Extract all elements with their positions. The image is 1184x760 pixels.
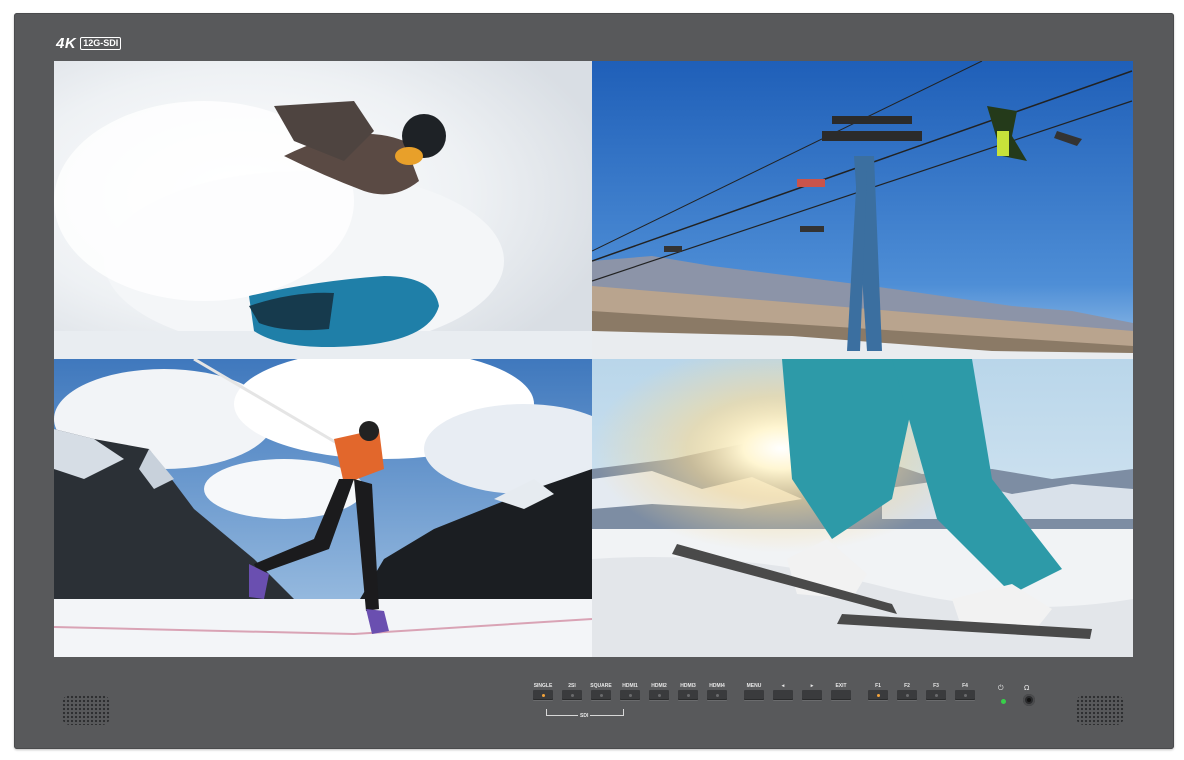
f1-button-label: F1 bbox=[875, 683, 881, 689]
f3-button-key[interactable] bbox=[926, 690, 946, 700]
f2-button[interactable]: F2 bbox=[896, 682, 918, 700]
f1-button-key[interactable] bbox=[868, 690, 888, 700]
f4-led bbox=[963, 693, 967, 697]
ski-lift-image bbox=[592, 61, 1133, 359]
single-button-label: SINGLE bbox=[533, 683, 553, 689]
menu-button-label: MENU bbox=[746, 683, 762, 689]
hdmi4-button-key[interactable] bbox=[707, 690, 727, 700]
hdmi2-button-key[interactable] bbox=[649, 690, 669, 700]
sdi-group-label: SDI bbox=[578, 713, 591, 719]
square-button-label: SQUARE bbox=[590, 683, 612, 689]
left-arrow-button[interactable]: ◂ bbox=[772, 682, 794, 700]
hdmi3-led bbox=[686, 693, 690, 697]
right-arrow-button-key[interactable] bbox=[802, 690, 822, 700]
hdmi2-button[interactable]: HDMI2 bbox=[648, 682, 670, 700]
hdmi3-button[interactable]: HDMI3 bbox=[677, 682, 699, 700]
ski-boots-image bbox=[592, 359, 1133, 657]
2si-button-key[interactable] bbox=[562, 690, 582, 700]
hdmi4-led bbox=[715, 693, 719, 697]
hdmi2-led bbox=[657, 693, 661, 697]
brand-resolution: 4K bbox=[56, 34, 77, 52]
f2-button-key[interactable] bbox=[897, 690, 917, 700]
left-speaker-grille bbox=[62, 695, 110, 725]
2si-button[interactable]: 2SI bbox=[561, 682, 583, 700]
hdmi3-button-label: HDMI3 bbox=[680, 683, 696, 689]
right-speaker-grille bbox=[1076, 695, 1124, 725]
left-arrow-icon: ◂ bbox=[781, 683, 785, 689]
left-arrow-button-key[interactable] bbox=[773, 690, 793, 700]
snowboarder-image bbox=[54, 61, 592, 359]
control-panel: SINGLE 2SI SQUARE HDMI1 HDMI2 HDMI3 HDMI… bbox=[532, 682, 983, 700]
headphone-icon: Ω bbox=[1024, 684, 1030, 692]
hdmi4-button-label: HDMI4 bbox=[709, 683, 725, 689]
f1-led bbox=[876, 693, 880, 697]
single-button[interactable]: SINGLE bbox=[532, 682, 554, 700]
power-led-indicator bbox=[1001, 699, 1006, 704]
2si-button-label: 2SI bbox=[568, 683, 576, 689]
right-arrow-button[interactable]: ▸ bbox=[801, 682, 823, 700]
f3-led bbox=[934, 693, 938, 697]
square-button[interactable]: SQUARE bbox=[590, 682, 612, 700]
f1-button[interactable]: F1 bbox=[867, 682, 889, 700]
hdmi3-button-key[interactable] bbox=[678, 690, 698, 700]
exit-button-key[interactable] bbox=[831, 690, 851, 700]
f3-button-label: F3 bbox=[933, 683, 939, 689]
brand-logo: 4K 12G-SDI bbox=[56, 34, 122, 52]
quadrant-top-left[interactable] bbox=[54, 61, 592, 359]
display-screen bbox=[54, 61, 1133, 657]
menu-button-key[interactable] bbox=[744, 690, 764, 700]
f3-button[interactable]: F3 bbox=[925, 682, 947, 700]
quadrant-bottom-right[interactable] bbox=[592, 359, 1133, 657]
hdmi1-led bbox=[628, 693, 632, 697]
headphone-jack[interactable] bbox=[1023, 694, 1035, 706]
hdmi4-button[interactable]: HDMI4 bbox=[706, 682, 728, 700]
hdmi2-button-label: HDMI2 bbox=[651, 683, 667, 689]
quadrant-bottom-left[interactable] bbox=[54, 359, 592, 657]
right-arrow-icon: ▸ bbox=[810, 683, 814, 689]
exit-button-label: EXIT bbox=[835, 683, 847, 689]
square-button-key[interactable] bbox=[591, 690, 611, 700]
f2-led bbox=[905, 693, 909, 697]
menu-button[interactable]: MENU bbox=[743, 682, 765, 700]
power-icon: ⏻ bbox=[998, 684, 1004, 692]
f4-button-label: F4 bbox=[962, 683, 968, 689]
brand-interface: 12G-SDI bbox=[80, 36, 122, 50]
single-button-key[interactable] bbox=[533, 690, 553, 700]
2si-led bbox=[570, 693, 574, 697]
skier-mountains-image bbox=[54, 359, 592, 657]
hdmi1-button-label: HDMI1 bbox=[622, 683, 638, 689]
f4-button-key[interactable] bbox=[955, 690, 975, 700]
exit-button[interactable]: EXIT bbox=[830, 682, 852, 700]
hdmi1-button[interactable]: HDMI1 bbox=[619, 682, 641, 700]
single-led bbox=[541, 693, 545, 697]
monitor-bezel: 4K 12G-SDI bbox=[14, 13, 1174, 749]
square-led bbox=[599, 693, 603, 697]
quadrant-top-right[interactable] bbox=[592, 61, 1133, 359]
hdmi1-button-key[interactable] bbox=[620, 690, 640, 700]
f2-button-label: F2 bbox=[904, 683, 910, 689]
f4-button[interactable]: F4 bbox=[954, 682, 976, 700]
